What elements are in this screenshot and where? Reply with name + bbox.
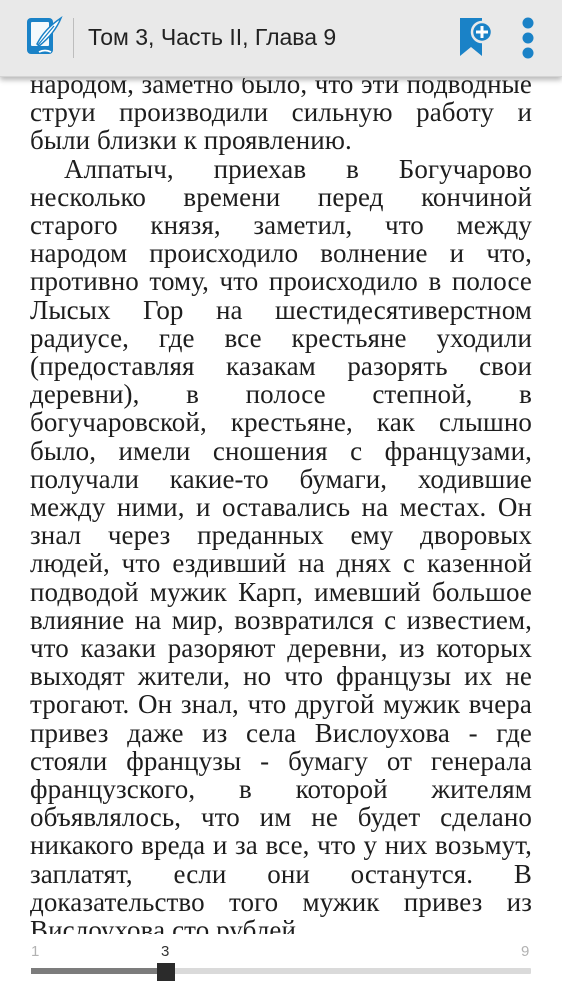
- page-slider-track[interactable]: [31, 968, 531, 974]
- slider-max-label: 9: [521, 943, 530, 960]
- page-slider-thumb[interactable]: [157, 963, 175, 981]
- page-slider-progress: [31, 968, 166, 974]
- chapter-title: Том 3, Часть II, Глава 9: [88, 24, 337, 50]
- slider-min-label: 1: [31, 943, 40, 960]
- app-bar: Том 3, Часть II, Глава 9: [0, 0, 562, 77]
- reading-area[interactable]: народом, заметно было, что эти подводные…: [30, 78, 532, 934]
- slider-current-label: 3: [161, 943, 170, 960]
- page-text: народом, заметно было, что эти подводные…: [30, 78, 532, 934]
- paragraph: Алпатыч, приехав в Богучарово несколько …: [30, 153, 532, 934]
- paragraph: народом, заметно было, что эти подводные…: [30, 78, 532, 156]
- more-vertical-icon[interactable]: [514, 15, 542, 61]
- book-quill-icon[interactable]: [25, 16, 63, 60]
- bookmark-add-icon[interactable]: [456, 16, 494, 60]
- app-bar-divider: [73, 18, 74, 58]
- page-slider-panel: 1 3 9: [0, 936, 562, 1000]
